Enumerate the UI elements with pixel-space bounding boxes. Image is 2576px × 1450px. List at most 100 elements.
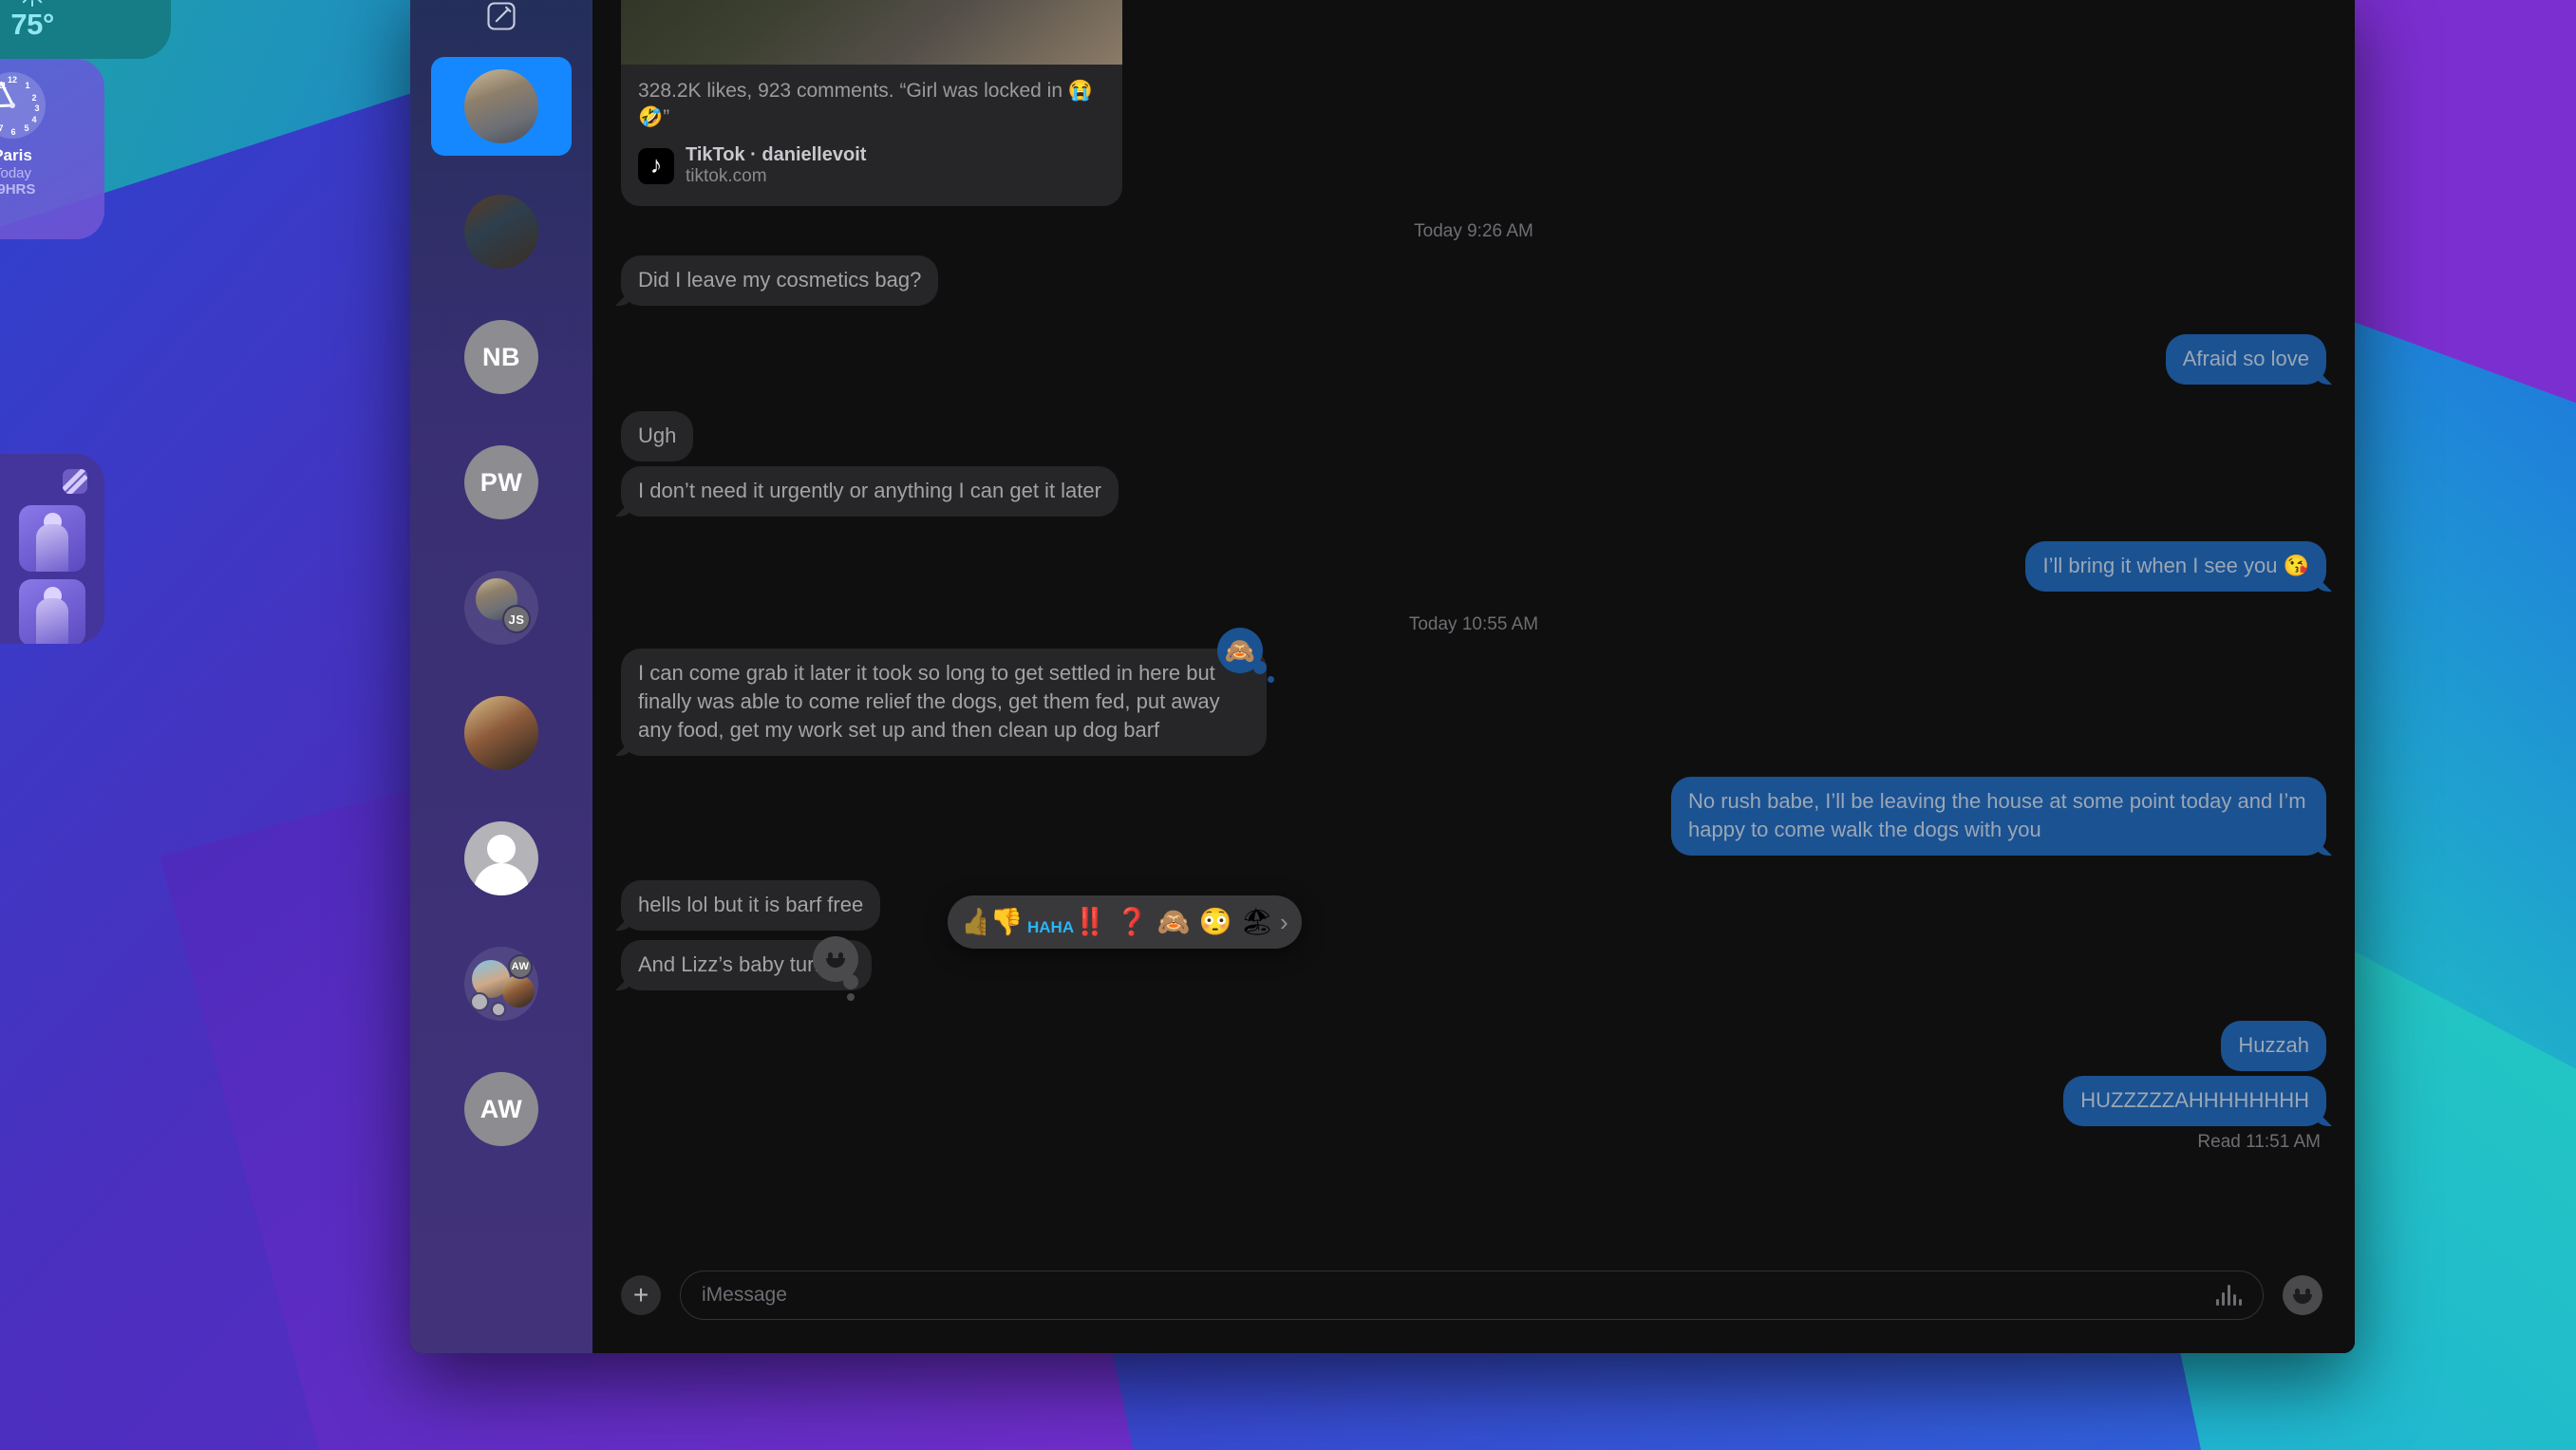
group-avatar-badge: AW [508, 954, 533, 979]
message-row: Huzzah [621, 1021, 2326, 1071]
news-thumbnail[interactable] [19, 579, 85, 644]
clock-offset-label: +9HRS [0, 181, 36, 198]
sidebar-item-conversation-2[interactable] [431, 182, 572, 281]
sidebar-item-conversation-3[interactable]: NB [431, 308, 572, 406]
clock-number: 7 [0, 123, 4, 133]
avatar-photo [502, 975, 535, 1007]
message-row: And Lizz’s baby turned! [621, 936, 2326, 1001]
audio-waveform-icon[interactable] [2216, 1285, 2242, 1306]
read-receipt: Read 11:51 AM [2197, 1132, 2321, 1152]
clock-number: 5 [24, 123, 29, 133]
chevron-right-icon[interactable]: › [1278, 908, 1294, 937]
compose-icon[interactable] [476, 0, 527, 42]
tapback-option-question[interactable]: ❓ [1111, 901, 1153, 943]
message-bubble-incoming[interactable]: hells lol but it is barf free [621, 880, 881, 931]
tapback-option-monkey[interactable]: 🙈 [1153, 901, 1194, 943]
message-bubble-incoming[interactable]: I don’t need it urgently or anything I c… [621, 466, 1119, 517]
group-avatar: JS [464, 571, 538, 645]
news-thumb-figure [36, 524, 68, 572]
tapback-smiley[interactable] [813, 936, 858, 1001]
message-bubble-incoming[interactable]: I can come grab it later it took so long… [621, 649, 1267, 756]
person-icon [474, 863, 529, 895]
link-preview-title: TikTok · daniellevoit [686, 144, 867, 165]
avatar: NB [464, 320, 538, 394]
timestamp-divider: Today 10:55 AM [1408, 614, 1539, 634]
message-row: I’ll bring it when I see you 😘 [621, 541, 2326, 592]
avatar-initials: AW [479, 1094, 523, 1123]
link-preview-bubble[interactable]: 328.2K likes, 923 comments. “Girl was lo… [621, 0, 1122, 206]
weather-widget[interactable]: 77° 75° [0, 0, 171, 59]
clock-center-pin [9, 103, 15, 108]
sidebar-item-conversation-1[interactable] [431, 57, 572, 156]
message-bubble-outgoing[interactable]: No rush babe, I’ll be leaving the house … [1671, 777, 2326, 856]
clock-number: 3 [34, 104, 40, 113]
smiley-icon [2288, 1281, 2317, 1309]
message-row: I don’t need it urgently or anything I c… [621, 466, 2326, 517]
group-avatar-badge: JS [502, 605, 531, 633]
avatar-photo [464, 69, 538, 143]
add-attachment-button[interactable]: + [621, 1275, 661, 1315]
tapback-option-thumbsup[interactable]: 👍 [961, 901, 986, 943]
link-preview-caption: 328.2K likes, 923 comments. “Girl was lo… [638, 80, 1094, 128]
message-bubble-outgoing[interactable]: HUZZZZZAHHHHHHHH [2063, 1076, 2326, 1126]
apple-news-icon [63, 469, 87, 494]
avatar: PW [464, 445, 538, 519]
message-row: I can come grab it later it took so long… [621, 628, 2326, 756]
tapback-monkey[interactable]: 🙈 [1217, 628, 1274, 683]
news-thumbnail[interactable] [19, 505, 85, 572]
conversation-pane: 328.2K likes, 923 comments. “Girl was lo… [592, 0, 2355, 1353]
tapback-option-haha[interactable]: HAHA [1027, 910, 1074, 935]
message-row: Ugh [621, 411, 2326, 461]
message-bubble-incoming[interactable]: Ugh [621, 411, 694, 461]
message-bubble-outgoing[interactable]: I’ll bring it when I see you 😘 [2025, 541, 2326, 592]
world-clock-widget[interactable]: 12 1 2 3 4 5 6 7 8 9 10 11 Paris Today +… [0, 59, 104, 239]
sidebar-item-conversation-4[interactable]: PW [431, 433, 572, 532]
news-widget[interactable]: n's ct t... [0, 454, 104, 644]
message-input-field[interactable]: iMessage [680, 1271, 2264, 1320]
message-bubble-outgoing[interactable]: Afraid so love [2165, 334, 2326, 385]
tapback-option-umbrella[interactable]: 🏖 [1236, 901, 1278, 943]
message-bubble-incoming[interactable]: Did I leave my cosmetics bag? [621, 255, 939, 306]
tapback-picker[interactable]: 👍 👎 HAHA ‼️ ❓ 🙈 😳 🏖 › [948, 895, 1302, 949]
link-preview-image [621, 0, 1122, 65]
sidebar-item-conversation-7[interactable] [431, 809, 572, 908]
clock-city-label: Paris [0, 146, 32, 164]
avatar: AW [464, 1072, 538, 1146]
news-thumb-figure [36, 598, 68, 644]
timestamp-divider: Today 9:26 AM [1414, 221, 1533, 241]
message-row: Did I leave my cosmetics bag? [621, 255, 2326, 306]
message-bubble-outgoing[interactable]: Huzzah [2221, 1021, 2326, 1071]
message-row: 328.2K likes, 923 comments. “Girl was lo… [621, 0, 2326, 206]
sidebar-item-conversation-6[interactable] [431, 684, 572, 782]
avatar-photo [464, 195, 538, 269]
group-avatar-person-icon [491, 1002, 506, 1017]
message-input-bar: + iMessage [592, 1251, 2355, 1353]
message-row: Afraid so love [621, 334, 2326, 385]
clock-number: 6 [10, 127, 16, 137]
message-thread[interactable]: 328.2K likes, 923 comments. “Girl was lo… [592, 0, 2355, 1251]
message-input-placeholder: iMessage [702, 1284, 787, 1306]
weather-temp: 75° [10, 8, 54, 41]
weather-day: 75° [10, 0, 54, 42]
sidebar-item-conversation-9[interactable]: AW [431, 1060, 572, 1158]
avatar [464, 195, 538, 269]
tapback-option-flushed[interactable]: 😳 [1194, 901, 1236, 943]
emoji-picker-button[interactable] [2283, 1275, 2322, 1315]
person-icon [487, 835, 516, 863]
sun-icon [20, 0, 45, 7]
clock-face: 12 1 2 3 4 5 6 7 8 9 10 11 [0, 72, 46, 139]
group-avatar: AW [464, 947, 538, 1021]
tiktok-icon: ♪ [638, 147, 674, 184]
clock-number: 1 [25, 81, 30, 90]
messages-window: NB PW JS AW AW 328.2K likes, 923 comment… [410, 0, 2355, 1353]
sidebar-item-conversation-5[interactable]: JS [431, 558, 572, 657]
sidebar-item-conversation-8[interactable]: AW [431, 934, 572, 1033]
avatar [464, 696, 538, 770]
message-row: HUZZZZZAHHHHHHHH [621, 1076, 2326, 1126]
tapback-option-thumbsdown[interactable]: 👎 [986, 901, 1027, 943]
avatar-initials: PW [479, 467, 523, 497]
message-row: No rush babe, I’ll be leaving the house … [621, 777, 2326, 856]
avatar-photo [464, 696, 538, 770]
tapback-option-exclamation[interactable]: ‼️ [1069, 901, 1111, 943]
conversation-sidebar: NB PW JS AW AW [410, 0, 592, 1353]
